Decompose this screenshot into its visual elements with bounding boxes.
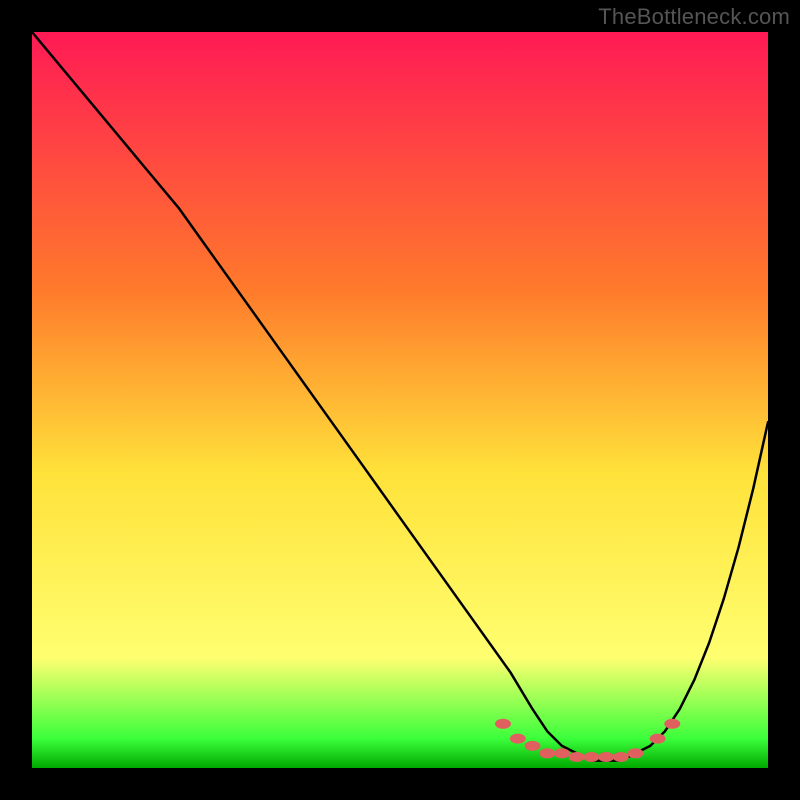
marker-dot bbox=[554, 748, 570, 758]
marker-dot bbox=[598, 752, 614, 762]
plot-area bbox=[32, 32, 768, 768]
marker-dot bbox=[539, 748, 555, 758]
watermark-text: TheBottleneck.com bbox=[598, 4, 790, 30]
marker-dot bbox=[569, 752, 585, 762]
marker-dot bbox=[664, 719, 680, 729]
plot-svg bbox=[32, 32, 768, 768]
gradient-background bbox=[32, 32, 768, 768]
marker-dot bbox=[525, 741, 541, 751]
marker-dot bbox=[650, 734, 666, 744]
marker-dot bbox=[583, 752, 599, 762]
marker-dot bbox=[613, 752, 629, 762]
marker-dot bbox=[510, 734, 526, 744]
marker-dot bbox=[628, 748, 644, 758]
chart-frame: TheBottleneck.com bbox=[0, 0, 800, 800]
marker-dot bbox=[495, 719, 511, 729]
